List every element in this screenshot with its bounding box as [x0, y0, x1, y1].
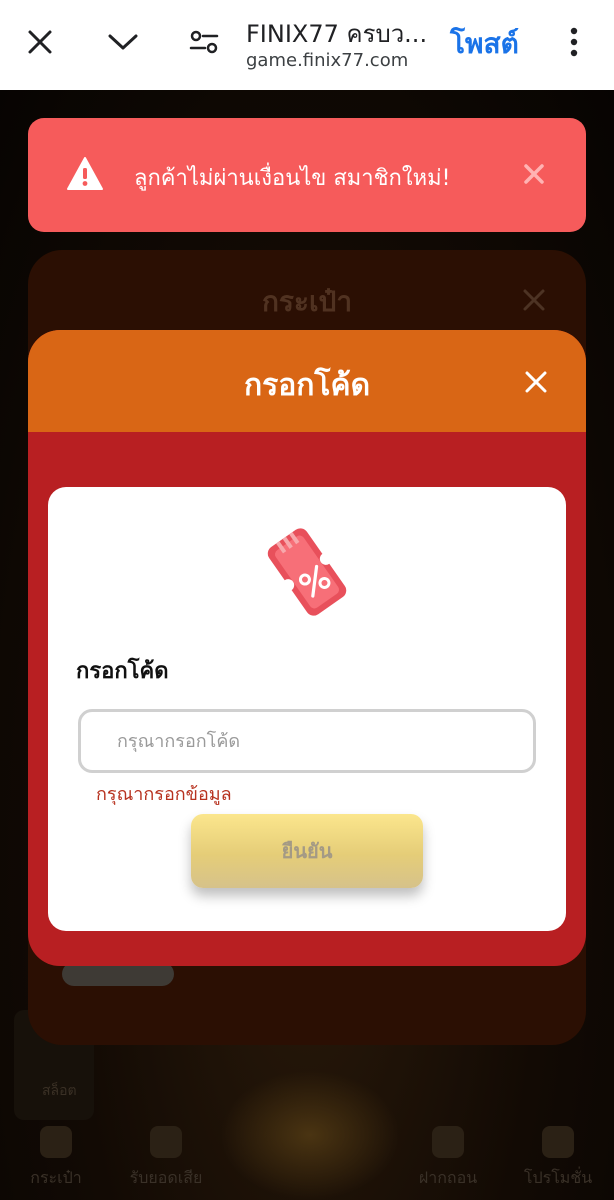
promo-icon	[542, 1126, 574, 1158]
code-field-label: กรอกโค้ด	[76, 659, 169, 684]
nav-label: กระเป๋า	[30, 1168, 82, 1187]
coupon-ticket-icon	[252, 517, 362, 627]
gift-icon	[150, 1126, 182, 1158]
browser-toolbar: FINIX77 ครบว... game.finix77.com โพสต์	[0, 0, 614, 90]
nav-item-promo[interactable]: โปรโมชั่น	[508, 1120, 608, 1200]
deposit-icon	[432, 1126, 464, 1158]
more-options-icon[interactable]	[554, 22, 594, 62]
alert-message: ลูกค้าไม่ผ่านเงื่อนไข สมาชิกใหม่!	[134, 166, 451, 191]
modal-header: กรอกโค้ด	[28, 330, 586, 432]
nav-label: โปรโมชั่น	[523, 1168, 593, 1187]
redeem-card: กรอกโค้ด กรุณากรอกข้อมูล ยืนยัน	[48, 487, 566, 931]
post-button[interactable]: โพสต์	[450, 22, 519, 66]
site-settings-icon[interactable]	[184, 22, 224, 62]
close-icon[interactable]	[522, 288, 546, 312]
code-input[interactable]	[78, 709, 536, 773]
wallet-icon	[40, 1126, 72, 1158]
bottom-nav: กระเป๋า รับยอดเสีย ฝากถอน โปรโมชั่น	[0, 1120, 614, 1200]
redeem-code-modal: กรอกโค้ด กรอกโค้ด กรุณากรอกโค้ด กรุณากรอ…	[28, 330, 586, 966]
page-title: FINIX77 ครบว...	[246, 20, 428, 48]
alert-toast: ลูกค้าไม่ผ่านเงื่อนไข สมาชิกใหม่!	[28, 118, 586, 232]
nav-item-wallet[interactable]: กระเป๋า	[6, 1120, 106, 1200]
confirm-button[interactable]: ยืนยัน	[191, 814, 423, 888]
side-card-label: สล็อต	[42, 1083, 77, 1099]
page-url[interactable]: game.finix77.com	[246, 50, 408, 71]
close-icon[interactable]	[522, 162, 546, 186]
warning-icon	[66, 156, 104, 192]
nav-item-cashback[interactable]: รับยอดเสีย	[116, 1120, 216, 1200]
close-icon[interactable]	[524, 370, 548, 394]
chevron-down-icon[interactable]	[103, 22, 143, 62]
nav-label: ฝากถอน	[418, 1168, 478, 1187]
modal-title: กรอกโค้ด	[243, 368, 371, 403]
validation-error: กรุณากรอกข้อมูล	[96, 784, 232, 805]
nav-item-deposit[interactable]: ฝากถอน	[398, 1120, 498, 1200]
close-tab-icon[interactable]	[20, 22, 60, 62]
nav-label: รับยอดเสีย	[129, 1168, 203, 1187]
wallet-modal-title: กระเป๋า	[261, 285, 353, 318]
